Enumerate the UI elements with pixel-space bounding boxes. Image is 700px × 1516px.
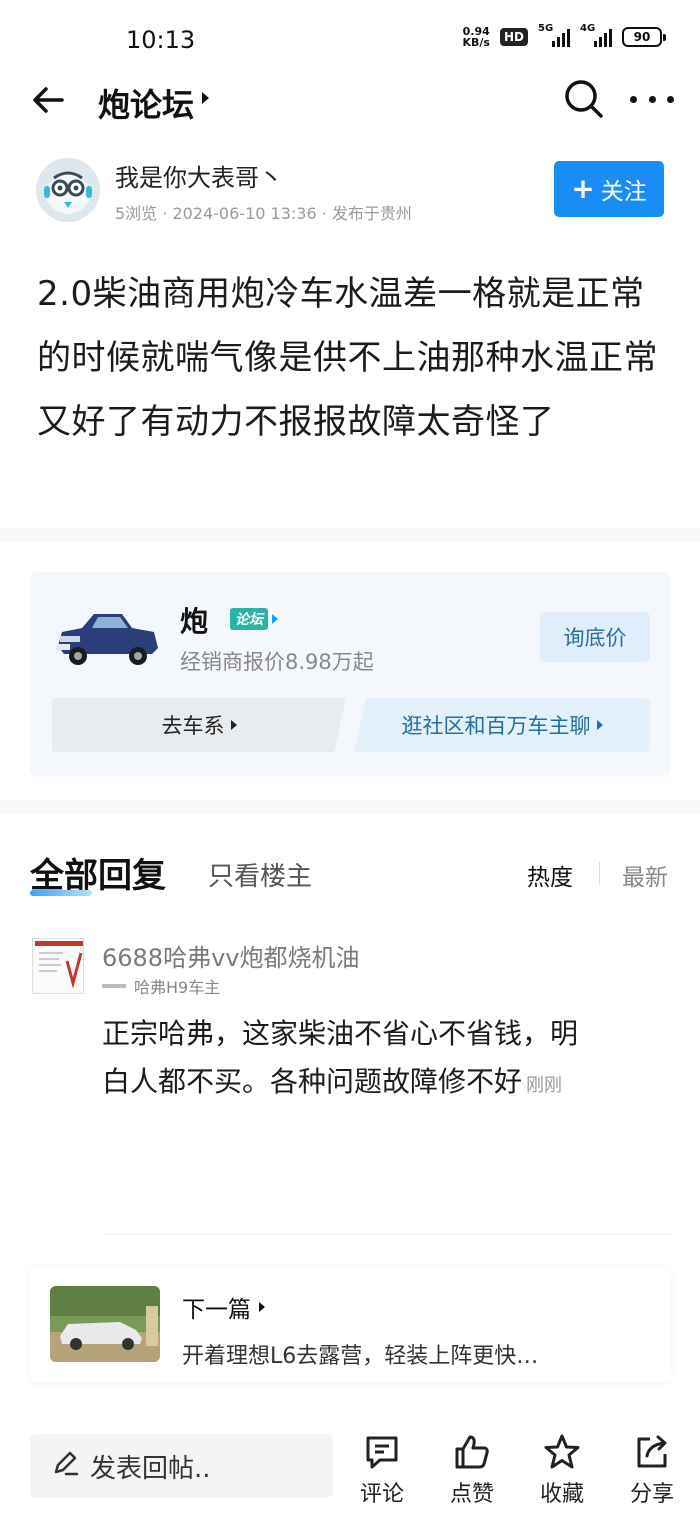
- chevron-right-icon[interactable]: [202, 92, 209, 104]
- comment-item: 6688哈弗vv炮都烧机油 哈弗H9车主 正宗哈弗，这家柴油不省心不省钱，明白人…: [0, 930, 700, 1150]
- status-bar: 10:13 0.94 KB/s HD 5G 4G 90: [0, 0, 700, 80]
- comment-icon: [366, 1436, 398, 1469]
- plus-icon: +: [571, 172, 595, 205]
- sort-divider: [599, 862, 600, 884]
- chevron-right-icon: [230, 720, 237, 730]
- comment-text: 正宗哈弗，这家柴油不省心不省钱，明白人都不买。各种问题故障修不好 刚刚: [102, 1017, 579, 1098]
- status-time: 10:13: [126, 26, 196, 54]
- next-post-thumbnail: [50, 1286, 160, 1362]
- avatar[interactable]: [36, 158, 100, 222]
- active-tab-indicator: [30, 890, 92, 896]
- favorite-button[interactable]: 收藏: [532, 1432, 592, 1508]
- car-price: 经销商报价8.98万起: [180, 650, 374, 674]
- author-row: 我是你大表哥丶 5浏览 · 2024-06-10 13:36 · 发布于贵州 +…: [0, 150, 700, 230]
- car-name[interactable]: 炮: [180, 600, 208, 640]
- bottom-action-bar: 发表回帖.. 评论 点赞 收藏 分享: [0, 1418, 700, 1516]
- divider: [102, 1234, 670, 1235]
- like-button[interactable]: 点赞: [442, 1432, 502, 1508]
- car-image[interactable]: [52, 602, 162, 672]
- comment-user-tag: 哈弗H9车主: [102, 974, 220, 998]
- author-name[interactable]: 我是你大表哥丶: [115, 158, 283, 193]
- sort-hot[interactable]: 热度: [527, 858, 573, 892]
- comment-button[interactable]: 评论: [352, 1432, 412, 1508]
- comment-time: 刚刚: [526, 1075, 563, 1096]
- post-content: 2.0柴油商用炮冷车水温差一格就是正常的时候就喘气像是供不上油那种水温正常又好了…: [37, 274, 658, 442]
- brand-icon: [102, 984, 126, 988]
- next-post-title: 开着理想L6去露营，轻装上阵更快…: [182, 1344, 539, 1369]
- status-icons: 0.94 KB/s HD 5G 4G 90: [462, 23, 666, 49]
- top-nav: 炮论坛: [0, 72, 700, 128]
- car-info-card: 炮 论坛 经销商报价8.98万起 询底价 去车系 逛社区和百万车主聊: [30, 572, 671, 776]
- section-divider: [0, 800, 700, 814]
- avatar[interactable]: [32, 938, 84, 994]
- follow-button[interactable]: + 关注: [554, 161, 664, 217]
- next-post-label: 下一篇: [182, 1290, 265, 1324]
- sort-newest[interactable]: 最新: [622, 858, 668, 892]
- section-divider: [0, 528, 700, 542]
- chevron-right-icon: [272, 614, 278, 624]
- search-icon[interactable]: [563, 78, 605, 120]
- star-icon: [544, 1434, 580, 1469]
- share-button[interactable]: 分享: [622, 1432, 682, 1508]
- page-title[interactable]: 炮论坛: [98, 80, 194, 126]
- ask-price-button[interactable]: 询底价: [540, 612, 650, 662]
- post-meta: 5浏览 · 2024-06-10 13:36 · 发布于贵州: [115, 204, 412, 223]
- chevron-right-icon: [259, 1302, 265, 1312]
- comment-username[interactable]: 6688哈弗vv炮都烧机油: [102, 938, 359, 973]
- thumbs-up-icon: [455, 1435, 489, 1469]
- signal-5g-icon: 5G: [538, 23, 570, 47]
- view-series-button[interactable]: 去车系: [52, 698, 346, 752]
- reply-input[interactable]: 发表回帖..: [30, 1434, 333, 1498]
- hd-icon: HD: [499, 28, 528, 46]
- reply-tabs: 全部回复 只看楼主 热度 最新: [0, 848, 700, 900]
- back-arrow-icon[interactable]: [28, 80, 68, 120]
- next-post-card[interactable]: 下一篇 开着理想L6去露营，轻装上阵更快…: [30, 1266, 671, 1382]
- community-button[interactable]: 逛社区和百万车主聊: [354, 698, 650, 752]
- forum-badge[interactable]: 论坛: [230, 608, 278, 630]
- signal-4g-icon: 4G: [580, 23, 612, 47]
- tab-owner-only[interactable]: 只看楼主: [208, 856, 312, 893]
- network-speed: 0.94 KB/s: [462, 25, 490, 49]
- chevron-right-icon: [596, 720, 603, 730]
- pencil-icon: [50, 1448, 80, 1485]
- more-icon[interactable]: [630, 78, 674, 120]
- share-icon: [637, 1435, 667, 1468]
- battery-icon: 90: [622, 27, 666, 47]
